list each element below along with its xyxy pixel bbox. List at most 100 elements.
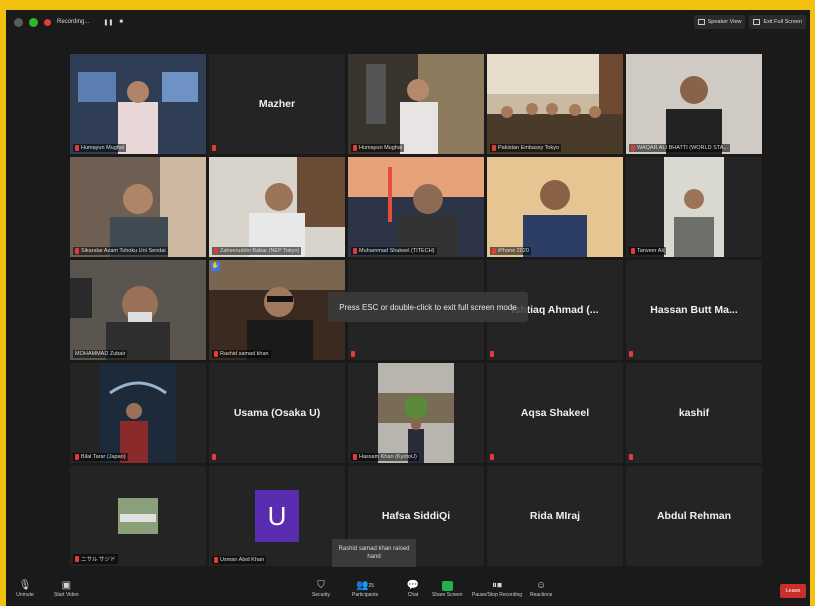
mic-muted-icon xyxy=(490,454,494,460)
participant-name: Mazher xyxy=(258,98,296,110)
participant-tile[interactable]: Usama (Osaka U) xyxy=(209,363,345,463)
pause-recording-button[interactable]: ⏸⏹ Pause/Stop Recording xyxy=(472,579,522,598)
grid-icon xyxy=(697,19,705,25)
mic-muted-icon xyxy=(629,351,633,357)
participant-tile[interactable]: Pakistan Embassy Tokyo xyxy=(487,54,623,154)
raise-hand-icon: ✋ xyxy=(211,262,220,271)
participant-tile[interactable]: WAQAR ALI BHATTI (WORLD STA... xyxy=(626,54,762,154)
exit-full-screen-button[interactable]: Exit Full Screen xyxy=(749,15,806,29)
participant-name: Usama (Osaka U) xyxy=(233,407,321,419)
participant-video xyxy=(209,157,345,257)
participant-tile[interactable]: Abdul Rehman xyxy=(626,466,762,566)
participant-name: Rida MIraj xyxy=(529,510,581,522)
participant-name-label: iPhone 2020 xyxy=(490,247,531,255)
participant-name-label: ニサル サジド xyxy=(73,554,118,564)
participant-video xyxy=(348,54,484,154)
pause-icon[interactable]: ❚❚ xyxy=(103,19,113,26)
mic-muted-icon xyxy=(353,454,357,460)
reactions-button[interactable]: ☺ Reactions xyxy=(530,579,552,598)
leave-button[interactable]: Leave xyxy=(780,584,806,598)
mic-muted-icon xyxy=(492,248,496,254)
stop-icon[interactable]: ■ xyxy=(119,19,123,25)
participant-tile[interactable]: Mazher xyxy=(209,54,345,154)
mic-muted-icon xyxy=(631,248,635,254)
participant-name: kashif xyxy=(678,407,710,419)
participant-name: Abdul Rehman xyxy=(656,510,732,522)
recording-label: Recording... xyxy=(57,19,90,25)
participant-tile[interactable]: Sikandar Azam Tohoku Uni Sendai xyxy=(70,157,206,257)
participant-video xyxy=(626,157,762,257)
meeting-toolbar: 🎙 Unmute ▣ Start Video ⛉ Security 👥 25 Pa… xyxy=(6,577,810,606)
mic-muted-icon xyxy=(214,248,218,254)
video-off-icon: ▣ xyxy=(61,580,72,591)
participant-name: Hafsa SiddiQi xyxy=(381,510,451,522)
participant-video xyxy=(487,54,623,154)
participant-video xyxy=(70,363,206,463)
participant-tile-active-speaker[interactable]: MOHAMMAD Zubair xyxy=(70,260,206,360)
chat-button[interactable]: 💬 Chat xyxy=(404,579,422,598)
share-screen-icon xyxy=(438,579,456,592)
participant-video xyxy=(70,466,206,566)
participant-tile[interactable]: U Usman Abid Khan xyxy=(209,466,345,566)
participant-tile[interactable]: iPhone 2020 xyxy=(487,157,623,257)
zoom-window: Recording... ❚❚ ■ Speaker View Exit Full… xyxy=(6,10,810,606)
participant-video xyxy=(626,54,762,154)
start-video-button[interactable]: ▣ Start Video xyxy=(54,579,79,598)
top-bar: Recording... ❚❚ ■ Speaker View Exit Full… xyxy=(6,10,810,34)
participant-tile[interactable]: Hassan Butt Ma... xyxy=(626,260,762,360)
participant-tile[interactable]: Bilal Tarar (Japan) xyxy=(70,363,206,463)
participant-name-label: WAQAR ALI BHATTI (WORLD STA... xyxy=(629,144,730,152)
participant-tile[interactable]: Rida MIraj xyxy=(487,466,623,566)
info-icon[interactable] xyxy=(14,17,23,27)
mic-muted-icon xyxy=(631,145,635,151)
exit-fullscreen-icon xyxy=(753,19,761,25)
participant-name-label: Sikandar Azam Tohoku Uni Sendai xyxy=(73,247,168,255)
record-icon xyxy=(44,18,51,26)
participant-tile[interactable]: Hassam Khan (KyotoU) xyxy=(348,363,484,463)
participant-tile[interactable]: Muhammad Shakeel (TITECH) xyxy=(348,157,484,257)
participant-tile[interactable]: Aqsa Shakeel xyxy=(487,363,623,463)
mic-muted-icon xyxy=(214,351,218,357)
participant-name: Aqsa Shakeel xyxy=(520,407,590,419)
participant-video xyxy=(70,260,206,360)
mic-muted-icon xyxy=(75,248,79,254)
raised-hand-notification[interactable]: Rashid samad khan raised hand xyxy=(332,539,416,567)
participants-button[interactable]: 👥 25 Participants xyxy=(352,579,378,598)
participant-tile[interactable]: Zaheeruddin Babar (NEP Tokyo) xyxy=(209,157,345,257)
reactions-icon: ☺ xyxy=(536,580,547,591)
mic-muted-icon xyxy=(212,454,216,460)
participant-tile[interactable]: ニサル サジド xyxy=(70,466,206,566)
participant-video xyxy=(348,157,484,257)
participant-tile[interactable]: Humayun Mughal xyxy=(348,54,484,154)
mic-muted-icon xyxy=(353,145,357,151)
participant-tile[interactable]: ✋ Rashid samad khan xyxy=(209,260,345,360)
shield-icon[interactable] xyxy=(29,17,38,27)
participant-name-label: Bilal Tarar (Japan) xyxy=(73,453,128,461)
participant-name-label: Humayun Mughal xyxy=(351,144,405,152)
participant-tile[interactable]: Humayun Mughal xyxy=(70,54,206,154)
mic-muted-icon xyxy=(75,454,79,460)
participant-tile[interactable]: kashif xyxy=(626,363,762,463)
mic-muted-icon xyxy=(214,557,218,563)
participant-name-label: Pakistan Embassy Tokyo xyxy=(490,144,562,152)
mic-muted-icon xyxy=(75,556,79,562)
speaker-view-button[interactable]: Speaker View xyxy=(693,15,746,29)
pause-stop-icon: ⏸⏹ xyxy=(492,580,503,591)
unmute-button[interactable]: 🎙 Unmute xyxy=(16,579,34,598)
chat-icon: 💬 xyxy=(406,580,420,591)
participant-tile[interactable]: Tanveer Ali xyxy=(626,157,762,257)
participants-icon: 👥 25 xyxy=(356,580,375,591)
mic-muted-icon xyxy=(629,454,633,460)
mic-muted-icon xyxy=(490,351,494,357)
participant-name: Hassan Butt Ma... xyxy=(650,304,738,316)
participant-name-label: Zaheeruddin Babar (NEP Tokyo) xyxy=(212,247,302,255)
share-screen-button[interactable]: Share Screen xyxy=(432,579,463,598)
participant-name-label: Muhammad Shakeel (TITECH) xyxy=(351,247,437,255)
mic-muted-icon xyxy=(353,248,357,254)
fullscreen-toast: Press ESC or double-click to exit full s… xyxy=(328,292,528,322)
participant-name-label: MOHAMMAD Zubair xyxy=(73,350,128,358)
mic-off-icon: 🎙 xyxy=(18,580,32,591)
participant-video xyxy=(348,363,484,463)
shield-icon: ⛉ xyxy=(317,580,325,591)
security-button[interactable]: ⛉ Security xyxy=(312,579,330,598)
